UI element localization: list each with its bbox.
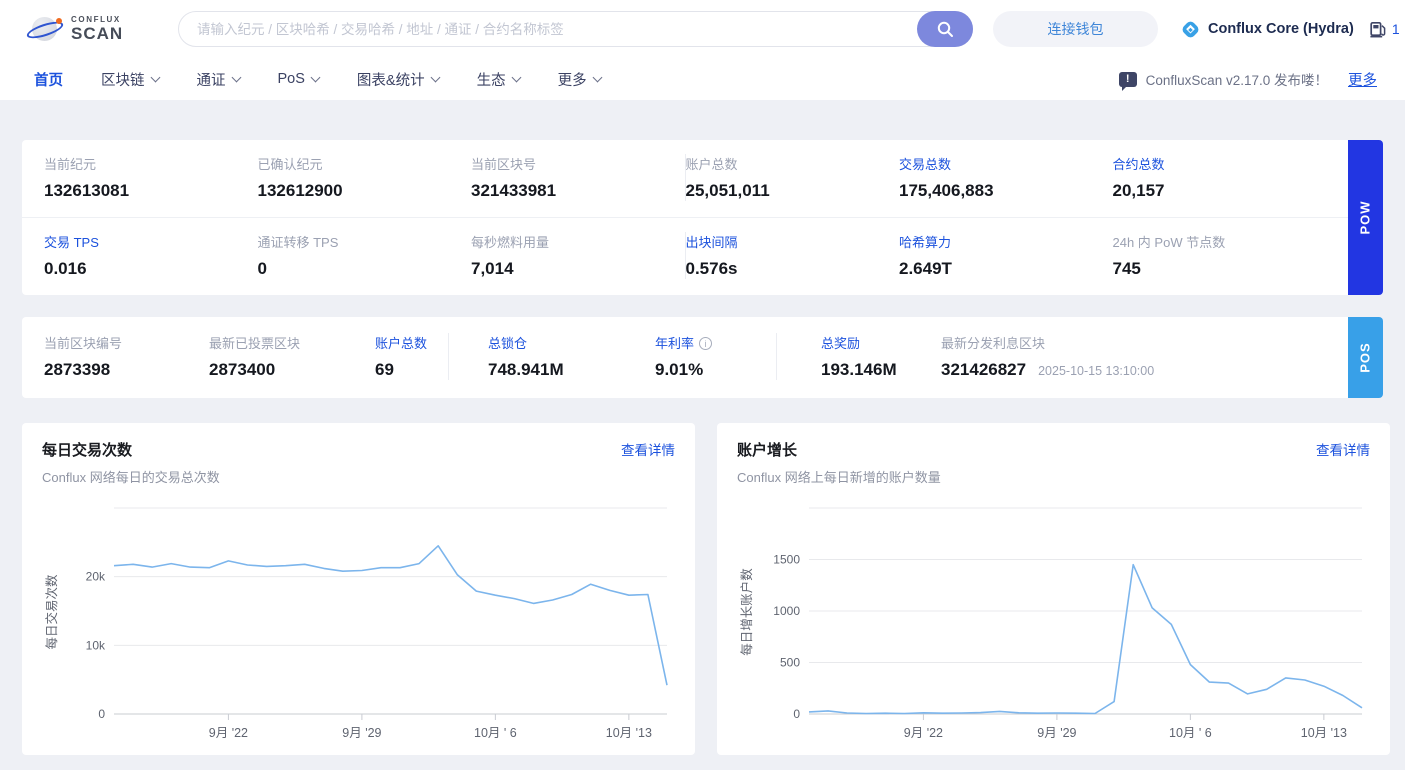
network-selector[interactable]: Conflux Core (Hydra) [1180,19,1354,40]
search-box [178,11,973,47]
top-bar: CONFLUX SCAN 连接钱包 Conflux Core (Hydra) [0,0,1405,100]
info-icon[interactable]: i [699,337,712,350]
chart-title: 每日交易次数 [42,439,220,460]
svg-text:9月 '29: 9月 '29 [342,726,381,740]
chevron-down-icon [592,73,602,83]
stat-pos-total-locked: 总锁仓 748.941M [448,333,655,380]
release-notice: ! ConfluxScan v2.17.0 发布喽！ 更多 [1119,69,1377,90]
stat-total-contracts: 合约总数 20,157 [1113,154,1327,201]
main-nav: 首页 区块链 通证 PoS 图表&统计 生态 [34,69,601,90]
planet-logo-icon [28,14,62,44]
chevron-down-icon [310,73,320,83]
svg-text:10月 '13: 10月 '13 [1301,726,1347,740]
confluxscan-logo[interactable]: CONFLUX SCAN [28,14,166,44]
stat-current-block-number: 当前区块号 321433981 [471,154,686,201]
stat-current-epoch: 当前纪元 132613081 [44,154,258,201]
stat-token-transfer-tps: 通证转移 TPS 0 [258,232,472,279]
stat-block-interval: 出块间隔 0.576s [686,232,900,279]
chart-title: 账户增长 [737,439,941,460]
svg-text:1500: 1500 [773,553,800,567]
pos-stats-row: 当前区块编号 2873398 最新已投票区块 2873400 账户总数 69 总… [22,317,1348,398]
svg-text:10k: 10k [86,638,106,652]
svg-text:1000: 1000 [773,604,800,618]
logo-text-bottom: SCAN [71,25,123,42]
chart-subtitle: Conflux 网络每日的交易总次数 [42,467,220,486]
svg-text:500: 500 [780,656,800,670]
gas-tracker[interactable]: 1 Gdrip [1370,21,1405,38]
svg-text:9月 '22: 9月 '22 [904,726,943,740]
view-details-link[interactable]: 查看详情 [1316,439,1370,459]
pow-stats-row-2: 交易 TPS 0.016 通证转移 TPS 0 每秒燃料用量 7,014 出块间… [22,217,1348,295]
gas-price-value: 1 [1392,21,1400,37]
nav-item-more[interactable]: 更多 [558,69,601,90]
nav-item-blockchain[interactable]: 区块链 [101,69,159,90]
chart-card-account-growth: 账户增长 Conflux 网络上每日新增的账户数量 查看详情 每日增长账户数 0… [717,423,1390,755]
header-row: CONFLUX SCAN 连接钱包 Conflux Core (Hydra) [0,0,1405,58]
daily-transactions-chart: 每日交易次数 0 10k 20k 9月 '22 9月 '29 10月 ' 6 10月 '13 [42,500,675,752]
announcement-icon: ! [1119,72,1137,87]
pow-stats-row-1: 当前纪元 132613081 已确认纪元 132612900 当前区块号 321… [22,140,1348,217]
svg-text:9月 '29: 9月 '29 [1037,726,1076,740]
stat-pos-latest-interest-block: 最新分发利息区块 321426827 2025-10-15 13:10:00 [941,333,1154,380]
nav-item-tokens[interactable]: 通证 [197,69,240,90]
pos-stats-panel: 当前区块编号 2873398 最新已投票区块 2873400 账户总数 69 总… [22,317,1383,398]
svg-text:9月 '22: 9月 '22 [209,726,248,740]
stat-confirmed-epoch: 已确认纪元 132612900 [258,154,472,201]
svg-text:10月 '13: 10月 '13 [606,726,652,740]
nav-item-ecosystem[interactable]: 生态 [477,69,520,90]
svg-text:0: 0 [793,707,800,721]
search-input[interactable] [178,11,973,47]
dashboard: 当前纪元 132613081 已确认纪元 132612900 当前区块号 321… [0,100,1405,755]
stat-transaction-tps: 交易 TPS 0.016 [44,232,258,279]
chevron-down-icon [430,73,440,83]
y-axis-label: 每日增长账户数 [739,568,754,656]
notice-message: ConfluxScan v2.17.0 发布喽！ [1146,69,1328,89]
stat-total-transactions: 交易总数 175,406,883 [899,154,1113,201]
nav-item-home[interactable]: 首页 [34,69,63,90]
nav-item-pos[interactable]: PoS [278,69,319,90]
chart-card-daily-transactions: 每日交易次数 Conflux 网络每日的交易总次数 查看详情 每日交易次数 0 1… [22,423,695,755]
stat-pow-nodes-24h: 24h 内 PoW 节点数 745 [1113,232,1327,279]
svg-text:0: 0 [98,707,105,721]
stat-pos-apy: 年利率i 9.01% [655,333,776,380]
chart-subtitle: Conflux 网络上每日新增的账户数量 [737,467,941,486]
svg-text:20k: 20k [86,570,106,584]
stat-gas-used-per-second: 每秒燃料用量 7,014 [471,232,686,279]
stat-pos-current-block: 当前区块编号 2873398 [44,333,209,380]
interest-block-timestamp: 2025-10-15 13:10:00 [1038,364,1154,378]
logo-text-top: CONFLUX [71,16,123,24]
pos-tab[interactable]: POS [1348,317,1383,398]
charts-row: 每日交易次数 Conflux 网络每日的交易总次数 查看详情 每日交易次数 0 1… [22,423,1383,755]
stat-pos-total-accounts: 账户总数 69 [375,333,448,380]
svg-text:10月 ' 6: 10月 ' 6 [474,726,517,740]
nav-item-charts-stats[interactable]: 图表&统计 [357,69,439,90]
chevron-down-icon [150,73,160,83]
chevron-down-icon [231,73,241,83]
y-axis-label: 每日交易次数 [44,574,59,650]
stat-pos-total-rewards: 总奖励 193.146M [776,333,941,380]
stat-pos-latest-voted-block: 最新已投票区块 2873400 [209,333,375,380]
chevron-down-icon [511,73,521,83]
stat-hashrate: 哈希算力 2.649T [899,232,1113,279]
connect-wallet-button[interactable]: 连接钱包 [993,11,1158,47]
pow-stats-panel: 当前纪元 132613081 已确认纪元 132612900 当前区块号 321… [22,140,1383,295]
pow-tab[interactable]: POW [1348,140,1383,295]
nav-row: 首页 区块链 通证 PoS 图表&统计 生态 [0,58,1405,100]
conflux-network-icon [1180,19,1201,40]
svg-text:10月 ' 6: 10月 ' 6 [1169,726,1212,740]
network-label: Conflux Core (Hydra) [1208,21,1354,37]
account-growth-chart: 每日增长账户数 0 500 1000 1500 9月 '22 9月 '29 10月 ' 6 1… [737,500,1370,752]
search-button[interactable] [917,11,973,47]
view-details-link[interactable]: 查看详情 [621,439,675,459]
stat-total-accounts: 账户总数 25,051,011 [686,154,900,201]
gas-pump-icon [1370,21,1387,38]
notice-more-link[interactable]: 更多 [1348,69,1377,90]
search-icon [936,20,955,39]
